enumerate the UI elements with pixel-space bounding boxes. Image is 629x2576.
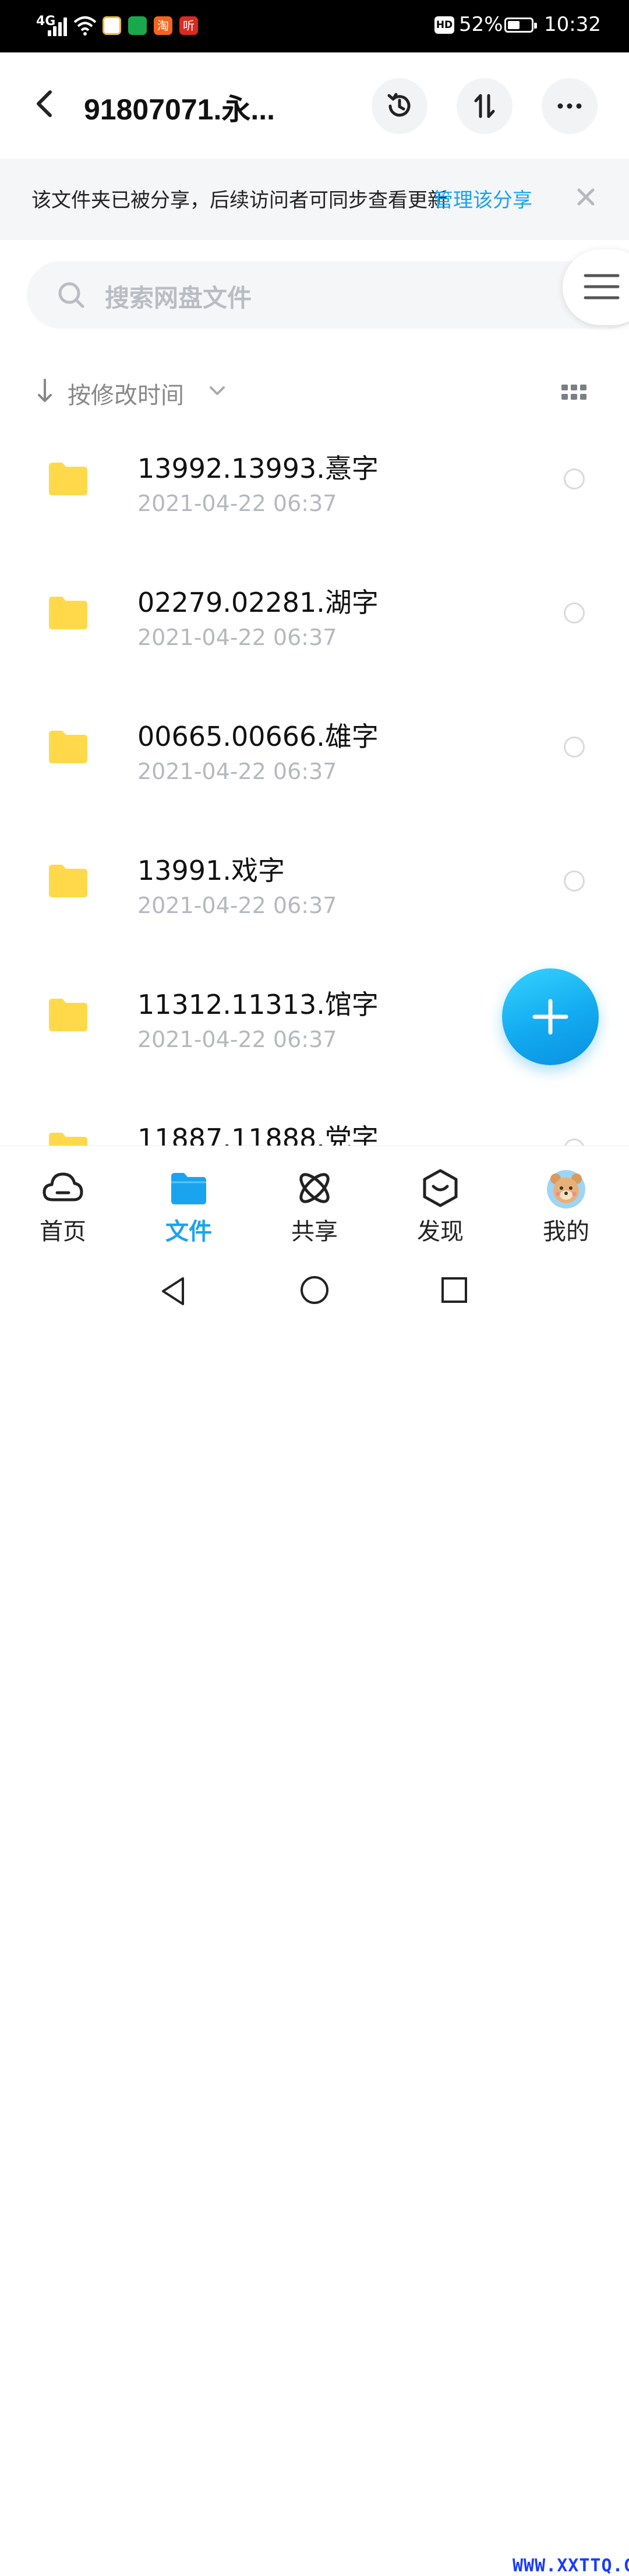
file-name: 11312.11313.馆字	[137, 989, 379, 1020]
share-banner-text: 该文件夹已被分享，后续访问者可同步查看更新	[31, 189, 447, 212]
taobao-icon: 淘	[154, 16, 172, 35]
system-home-icon[interactable]	[299, 1275, 330, 1305]
more-button[interactable]	[542, 78, 598, 134]
transfer-button[interactable]	[457, 78, 513, 134]
bottom-nav: 首页 文件 共享 发现 我的	[0, 1146, 629, 1251]
system-back-icon[interactable]	[158, 1275, 188, 1308]
select-checkbox[interactable]	[564, 736, 585, 757]
history-icon	[387, 93, 411, 117]
nav-share[interactable]: 共享	[252, 1146, 377, 1251]
file-name: 00665.00666.雄字	[137, 721, 379, 752]
chevron-down-icon[interactable]	[209, 385, 226, 397]
grid-view-icon[interactable]	[561, 385, 587, 401]
hamburger-icon	[584, 274, 620, 299]
search-bar[interactable]: 搜索网盘文件	[27, 261, 629, 329]
clock: 10:32	[544, 13, 601, 36]
file-date: 2021-04-22 06:37	[137, 491, 337, 516]
more-dots-icon	[557, 103, 582, 109]
file-name: 11887.11888.党字	[137, 1123, 379, 1146]
file-row[interactable]: 02279.02281.湖字 2021-04-22 06:37	[0, 571, 629, 705]
history-button[interactable]	[372, 78, 427, 134]
file-row[interactable]: 13992.13993.憙字 2021-04-22 06:37	[0, 437, 629, 571]
file-name: 13992.13993.憙字	[137, 453, 379, 484]
folder-icon	[49, 865, 87, 897]
file-name: 13991.戏字	[137, 855, 285, 886]
nav-profile[interactable]: 我的	[503, 1146, 629, 1251]
folder-icon	[49, 731, 87, 763]
discover-box-icon	[423, 1169, 458, 1207]
hd-badge: HD	[434, 16, 454, 34]
folder-icon	[171, 1173, 206, 1204]
nav-home[interactable]: 首页	[0, 1146, 126, 1251]
share-atom-icon	[299, 1173, 330, 1203]
search-input[interactable]: 搜索网盘文件	[105, 279, 252, 314]
sort-mode-label[interactable]: 按修改时间	[68, 376, 184, 410]
system-recents-icon[interactable]	[440, 1276, 468, 1304]
select-checkbox[interactable]	[564, 468, 585, 489]
file-date: 2021-04-22 06:37	[137, 759, 337, 784]
file-date: 2021-04-22 06:37	[137, 625, 337, 650]
battery-level	[508, 21, 520, 29]
signal-icon	[48, 16, 69, 36]
select-checkbox[interactable]	[564, 1139, 585, 1146]
file-row[interactable]: 13991.戏字 2021-04-22 06:37	[0, 839, 629, 973]
nav-discover[interactable]: 发现	[377, 1146, 503, 1251]
folder-icon	[49, 463, 87, 495]
nav-label: 文件	[165, 1218, 212, 1245]
back-arrow-icon[interactable]	[30, 86, 61, 121]
add-button[interactable]	[502, 968, 599, 1065]
manage-share-link[interactable]: 管理该分享	[433, 184, 532, 213]
nav-label: 共享	[291, 1218, 338, 1245]
transfer-icon	[474, 94, 495, 118]
file-date: 2021-04-22 06:37	[137, 1027, 337, 1052]
nav-label: 我的	[543, 1218, 589, 1245]
folder-icon	[49, 1133, 87, 1146]
status-bar: 4G 淘 听 HD 52% 10:32	[0, 0, 629, 52]
select-checkbox[interactable]	[564, 602, 585, 623]
ting-app-icon: 听	[179, 16, 198, 35]
nav-label: 首页	[40, 1218, 86, 1245]
system-nav-bar: WWW.XXTTQ.COM	[0, 1250, 629, 2576]
plus-icon	[532, 999, 568, 1035]
page-title: 91807071.永...	[84, 93, 275, 126]
select-checkbox[interactable]	[564, 871, 585, 891]
wifi-icon	[73, 16, 97, 36]
photo-app-icon	[103, 16, 121, 35]
nav-files[interactable]: 文件	[126, 1146, 252, 1251]
share-banner: 该文件夹已被分享，后续访问者可同步查看更新 管理该分享	[0, 158, 629, 240]
folder-icon	[49, 999, 87, 1031]
play-store-icon	[128, 16, 147, 35]
search-icon	[58, 282, 84, 308]
nav-label: 发现	[417, 1218, 464, 1245]
folder-icon	[49, 597, 87, 629]
close-icon[interactable]	[575, 186, 596, 207]
file-row[interactable]: 00665.00666.雄字 2021-04-22 06:37	[0, 705, 629, 839]
file-name: 02279.02281.湖字	[137, 587, 379, 618]
bear-avatar-icon	[547, 1170, 585, 1208]
cloud-icon	[43, 1172, 83, 1201]
battery-percent: 52%	[459, 13, 503, 36]
watermark: WWW.XXTTQ.COM	[513, 2556, 629, 2576]
sort-direction-icon[interactable]	[36, 378, 54, 404]
battery-icon	[504, 17, 537, 33]
file-row[interactable]: 11887.11888.党字	[0, 1107, 629, 1146]
file-date: 2021-04-22 06:37	[137, 893, 337, 918]
